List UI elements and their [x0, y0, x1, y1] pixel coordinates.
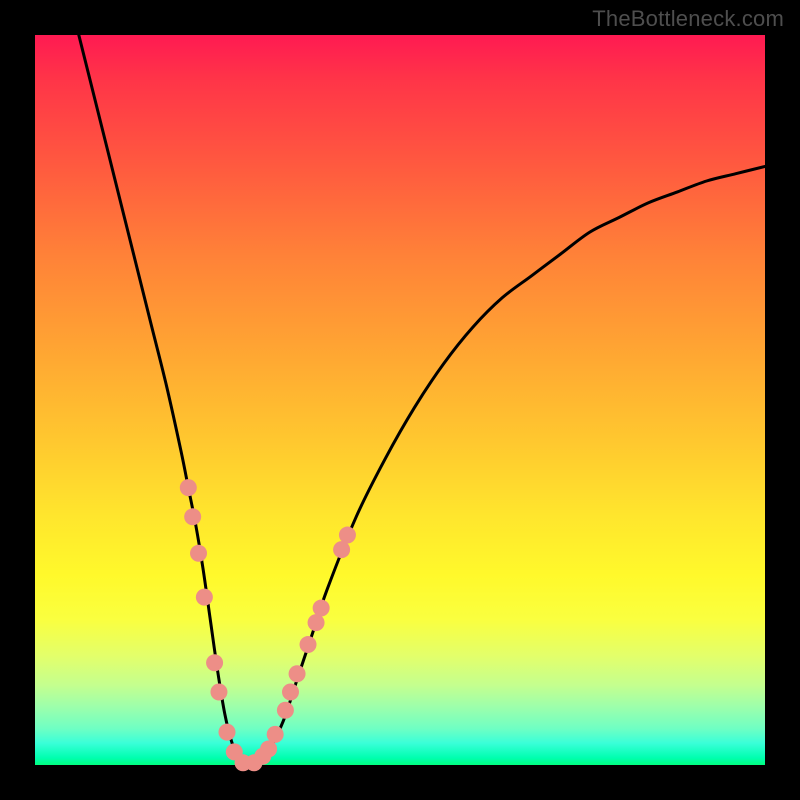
data-dot [190, 545, 207, 562]
watermark-text: TheBottleneck.com [592, 6, 784, 32]
data-dot [196, 589, 213, 606]
bottleneck-curve [79, 35, 765, 766]
curve-dots [180, 479, 356, 771]
data-dot [313, 600, 330, 617]
data-dot [333, 541, 350, 558]
data-dot [218, 724, 235, 741]
chart-frame: TheBottleneck.com [0, 0, 800, 800]
chart-svg [35, 35, 765, 765]
data-dot [282, 684, 299, 701]
data-dot [339, 527, 356, 544]
data-dot [260, 740, 277, 757]
data-dot [267, 726, 284, 743]
data-dot [277, 702, 294, 719]
data-dot [180, 479, 197, 496]
data-dot [289, 665, 306, 682]
data-dot [206, 654, 223, 671]
data-dot [184, 508, 201, 525]
data-dot [210, 684, 227, 701]
data-dot [300, 636, 317, 653]
data-dot [308, 614, 325, 631]
